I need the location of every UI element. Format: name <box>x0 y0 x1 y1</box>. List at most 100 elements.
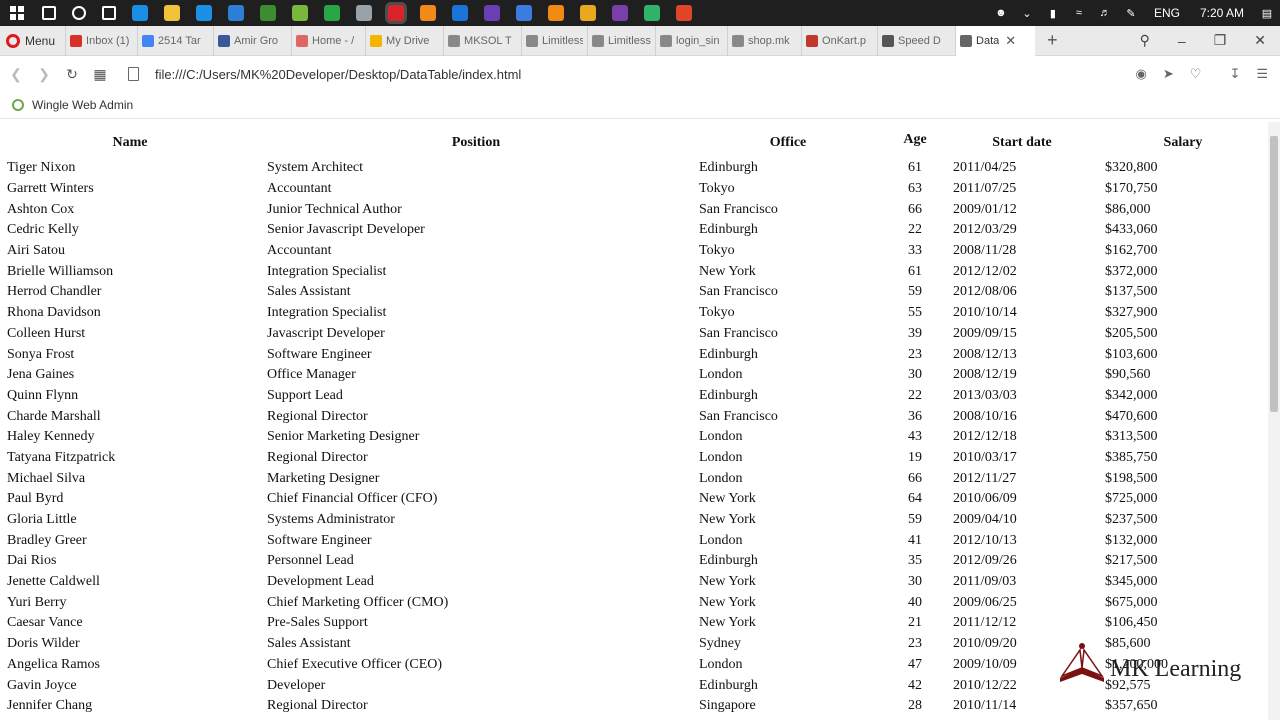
cell-office: Sydney <box>699 636 741 652</box>
page-icon <box>960 34 973 47</box>
search-taskbar-icon[interactable] <box>42 6 56 20</box>
chrome-blue-taskbar-icon[interactable] <box>516 5 532 21</box>
send-icon[interactable]: ➤ <box>1163 66 1174 82</box>
browser-tab[interactable]: Limitless <box>587 25 655 56</box>
cell-age: 61 <box>908 160 922 176</box>
chevron-up-icon[interactable]: ⌄ <box>1019 6 1035 20</box>
sublime-taskbar-icon[interactable] <box>420 5 436 21</box>
browser-tab[interactable]: Data ✕ <box>955 25 1036 56</box>
clock[interactable]: 7:20 AM <box>1200 6 1244 20</box>
anydesk-taskbar-icon[interactable] <box>676 5 692 21</box>
browser-tab[interactable]: shop.mk <box>727 25 801 56</box>
mk-learning-watermark: MK Learning <box>1056 634 1241 690</box>
header-salary[interactable]: Salary <box>1098 122 1268 158</box>
google-icon <box>142 34 155 47</box>
explorer-taskbar-icon[interactable] <box>164 5 180 21</box>
shield-taskbar-icon[interactable] <box>356 5 372 21</box>
camtasia-taskbar-icon[interactable] <box>324 5 340 21</box>
download-icon[interactable]: ↧ <box>1229 66 1240 82</box>
utorrent-taskbar-icon[interactable] <box>292 5 308 21</box>
cell-salary: $372,000 <box>1105 263 1158 279</box>
restore-button[interactable]: ❐ <box>1214 32 1227 49</box>
browser-tab[interactable]: 2514 Tar <box>137 25 213 56</box>
cell-name: Angelica Ramos <box>7 656 100 672</box>
phpstorm-taskbar-icon[interactable] <box>612 5 628 21</box>
browser-tab[interactable]: OnKart.p <box>801 25 877 56</box>
wifi-icon[interactable]: ≈ <box>1071 6 1087 20</box>
cell-salary: $470,600 <box>1105 408 1158 424</box>
forward-button[interactable]: ❯ <box>30 66 58 83</box>
browser-tab[interactable]: MKSOL T <box>443 25 521 56</box>
cell-position: Integration Specialist <box>267 263 387 279</box>
opera-menu-button[interactable]: Menu <box>0 26 65 56</box>
cell-salary: $106,450 <box>1105 615 1158 631</box>
speed-dial-icon[interactable]: ▦ <box>86 66 114 83</box>
notification-icon[interactable]: ▤ <box>1259 6 1275 20</box>
volume-icon[interactable]: ♬ <box>1097 6 1113 20</box>
cell-office: Tokyo <box>699 243 735 259</box>
header-office[interactable]: Office <box>692 122 884 158</box>
camera-icon[interactable]: ◉ <box>1136 66 1147 82</box>
pen-icon[interactable]: ✎ <box>1123 6 1139 20</box>
browser-tab[interactable]: My Drive <box>365 25 443 56</box>
url-text: file:///C:/Users/MK%20Developer/Desktop/… <box>155 66 522 82</box>
cell-age: 22 <box>908 222 922 238</box>
scrollbar-thumb[interactable] <box>1270 136 1278 412</box>
bookmark-wingle-web-admin[interactable]: Wingle Web Admin <box>32 98 133 112</box>
cell-name: Charde Marshall <box>7 408 101 424</box>
cell-office: London <box>699 429 743 445</box>
cell-office: Edinburgh <box>699 160 758 176</box>
header-age[interactable]: Age <box>884 122 946 158</box>
taskview-taskbar-icon[interactable] <box>102 6 116 20</box>
language-indicator[interactable]: ENG <box>1154 6 1180 20</box>
windows-start-icon[interactable] <box>6 4 28 22</box>
browser-tab[interactable]: Home - / <box>291 25 365 56</box>
page-scrollbar[interactable] <box>1268 122 1280 720</box>
header-position[interactable]: Position <box>260 122 692 158</box>
browser-tab[interactable]: Amir Gro <box>213 25 291 56</box>
vlc-taskbar-icon[interactable] <box>548 5 564 21</box>
vs-taskbar-icon[interactable] <box>484 5 500 21</box>
minimize-button[interactable]: – <box>1178 33 1186 49</box>
edge-taskbar-icon[interactable] <box>132 5 148 21</box>
book-logo-icon <box>1059 643 1105 682</box>
cell-start-date: 2012/10/13 <box>953 532 1017 548</box>
heart-icon[interactable]: ♡ <box>1190 66 1202 82</box>
chrome-green-taskbar-icon[interactable] <box>644 5 660 21</box>
search-icon[interactable]: ⚲ <box>1140 32 1150 49</box>
close-window-button[interactable]: ✕ <box>1254 32 1266 49</box>
reload-button[interactable]: ↻ <box>58 66 86 83</box>
browser-tab[interactable]: login_sin <box>655 25 727 56</box>
chrome-taskbar-icon[interactable] <box>580 5 596 21</box>
easy-setup-icon[interactable]: ☰ <box>1256 66 1268 82</box>
cortana-taskbar-icon[interactable] <box>72 6 86 20</box>
header-name[interactable]: Name <box>0 122 260 158</box>
table-header-row: Name Position Office Age Start date Sala… <box>0 122 1268 158</box>
cell-name: Tiger Nixon <box>7 160 76 176</box>
edge-blue-taskbar-icon[interactable] <box>452 5 468 21</box>
close-tab-icon[interactable]: ✕ <box>1005 33 1016 49</box>
battery-icon[interactable]: ▮ <box>1045 6 1061 20</box>
header-start-date[interactable]: Start date <box>946 122 1098 158</box>
browser-tab[interactable]: Speed D <box>877 25 955 56</box>
cell-office: New York <box>699 615 756 631</box>
browser-tab[interactable]: Limitless <box>521 25 587 56</box>
cell-start-date: 2009/09/15 <box>953 325 1017 341</box>
browser-tab[interactable]: Inbox (1) <box>65 25 137 56</box>
cell-name: Airi Satou <box>7 243 65 259</box>
cell-age: 22 <box>908 387 922 403</box>
cell-salary: $103,600 <box>1105 346 1158 362</box>
url-field[interactable]: file:///C:/Users/MK%20Developer/Desktop/… <box>128 67 521 82</box>
mail-taskbar-icon[interactable] <box>228 5 244 21</box>
minecraft-taskbar-icon[interactable] <box>260 5 276 21</box>
people-icon[interactable]: ☻ <box>993 6 1009 20</box>
page-icon <box>128 67 139 81</box>
cell-salary: $90,560 <box>1105 367 1151 383</box>
address-bar-row: ❮ ❯ ↻ ▦ file:///C:/Users/MK%20Developer/… <box>0 57 1280 91</box>
back-button[interactable]: ❮ <box>2 66 30 83</box>
store-taskbar-icon[interactable] <box>196 5 212 21</box>
new-tab-button[interactable]: + <box>1047 30 1058 51</box>
cell-position: Integration Specialist <box>267 305 387 321</box>
table-row: Jena Gaines Office Manager London 30 2008/12… <box>0 365 1268 386</box>
opera-taskbar-icon[interactable] <box>388 5 404 21</box>
